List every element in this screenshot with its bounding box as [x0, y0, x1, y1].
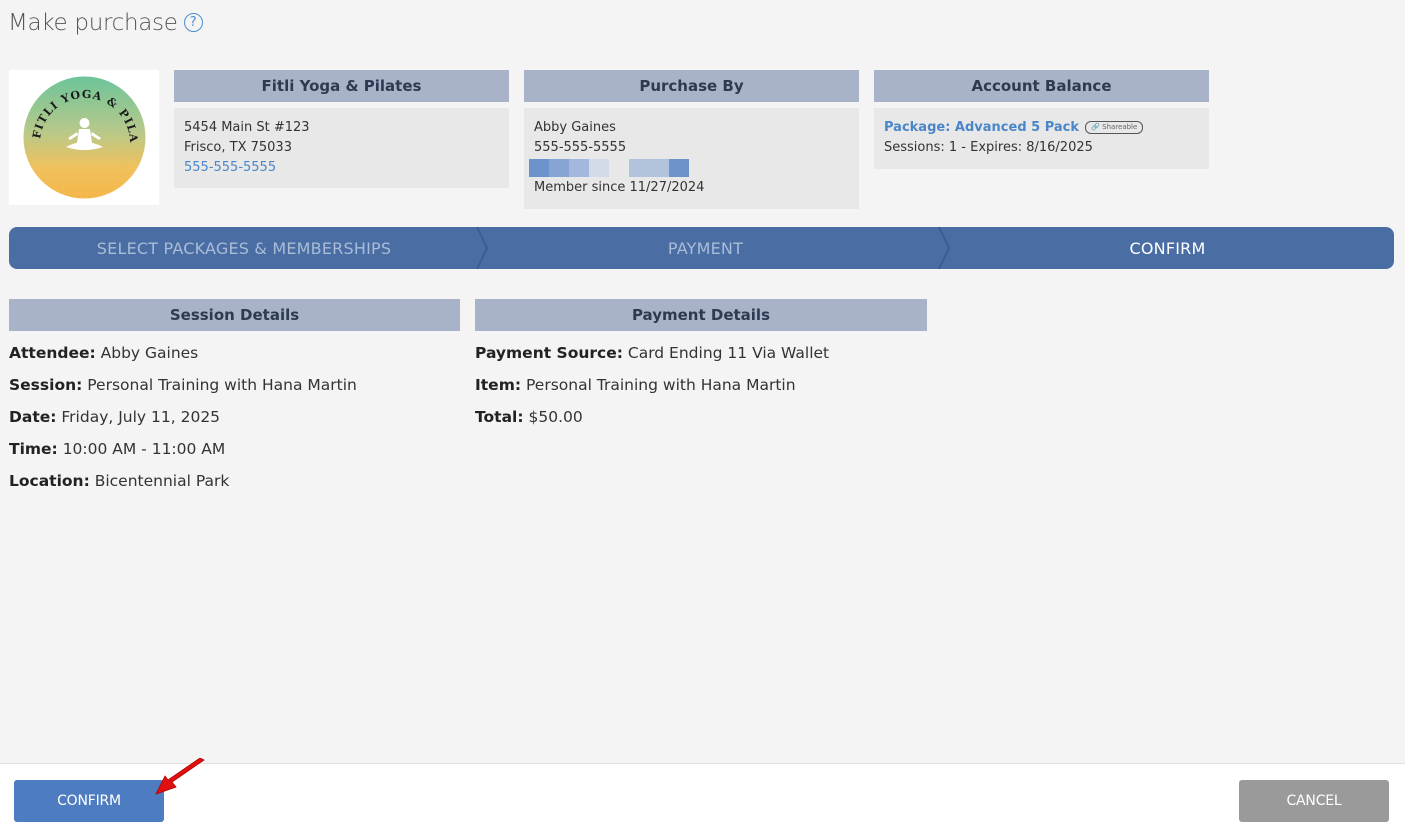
studio-logo: FITLI YOGA & PILATES [9, 70, 159, 205]
step-confirm: CONFIRM [1129, 238, 1206, 258]
payment-details-list: Payment Source: Card Ending 11 Via Walle… [475, 342, 829, 438]
detail-row-attendee: Attendee: Abby Gaines [9, 342, 357, 374]
sessions-expires: Sessions: 1 - Expires: 8/16/2025 [884, 140, 1093, 155]
shareable-badge: 🔗 Shareable [1085, 121, 1144, 134]
session-details-list: Attendee: Abby Gaines Session: Personal … [9, 342, 357, 502]
detail-label: Session: [9, 376, 83, 394]
studio-card-body: 5454 Main St #123 Frisco, TX 75033 555-5… [174, 108, 509, 188]
detail-value: Friday, July 11, 2025 [61, 408, 221, 426]
detail-label: Item: [475, 376, 522, 394]
detail-value: 10:00 AM - 11:00 AM [62, 440, 226, 458]
help-icon[interactable]: ? [183, 12, 203, 32]
studio-logo-image: FITLI YOGA & PILATES [22, 75, 145, 199]
annotation-arrow-icon [155, 758, 205, 795]
detail-value: Card Ending 11 Via Wallet [627, 344, 830, 362]
page-title: Make purchase ? [8, 10, 203, 36]
purchaser-name: Abby Gaines [534, 120, 616, 135]
confirm-button[interactable]: CONFIRM [14, 780, 164, 822]
shareable-badge-label: Shareable [1102, 123, 1138, 131]
detail-value: $50.00 [528, 408, 583, 426]
account-balance-heading: Account Balance [874, 70, 1209, 102]
detail-row-total: Total: $50.00 [475, 406, 829, 438]
detail-label: Payment Source: [475, 344, 623, 362]
detail-row-location: Location: Bicentennial Park [9, 470, 357, 502]
detail-row-session: Session: Personal Training with Hana Mar… [9, 374, 357, 406]
detail-label: Time: [9, 440, 58, 458]
step-select-packages[interactable]: SELECT PACKAGES & MEMBERSHIPS [9, 227, 479, 269]
payment-details-heading: Payment Details [475, 299, 927, 331]
package-name-link[interactable]: Package: Advanced 5 Pack [884, 120, 1079, 135]
studio-address-line1: 5454 Main St #123 [184, 120, 310, 135]
purchaser-phone: 555-555-5555 [534, 140, 627, 155]
studio-phone-link[interactable]: 555-555-5555 [184, 158, 499, 178]
step-payment[interactable]: PAYMENT [489, 227, 922, 269]
account-balance-card: Account Balance Package: Advanced 5 Pack… [874, 70, 1209, 169]
detail-row-payment-source: Payment Source: Card Ending 11 Via Walle… [475, 342, 829, 374]
purchase-by-body: Abby Gaines 555-555-5555 Member since 11… [524, 108, 859, 209]
detail-label: Attendee: [9, 344, 96, 362]
page-title-text: Make purchase [8, 10, 178, 36]
studio-address-line2: Frisco, TX 75033 [184, 140, 292, 155]
studio-card: Fitli Yoga & Pilates 5454 Main St #123 F… [174, 70, 509, 188]
purchase-by-card: Purchase By Abby Gaines 555-555-5555 Mem… [524, 70, 859, 209]
footer-bar: CONFIRM CANCEL [0, 763, 1405, 833]
purchase-by-heading: Purchase By [524, 70, 859, 102]
detail-label: Location: [9, 472, 90, 490]
account-balance-body: Package: Advanced 5 Pack 🔗 Shareable Ses… [874, 108, 1209, 169]
detail-row-item: Item: Personal Training with Hana Martin [475, 374, 829, 406]
session-details-heading: Session Details [9, 299, 460, 331]
link-icon: 🔗 [1091, 123, 1100, 131]
detail-value: Personal Training with Hana Martin [87, 376, 357, 394]
detail-value: Bicentennial Park [94, 472, 230, 490]
detail-row-date: Date: Friday, July 11, 2025 [9, 406, 357, 438]
checkout-stepper: SELECT PACKAGES & MEMBERSHIPS PAYMENT CO… [9, 227, 1394, 269]
detail-value: Personal Training with Hana Martin [525, 376, 796, 394]
member-status-bar [529, 159, 849, 177]
studio-name: Fitli Yoga & Pilates [174, 70, 509, 102]
cancel-button[interactable]: CANCEL [1239, 780, 1389, 822]
member-since: Member since 11/27/2024 [534, 180, 705, 195]
detail-value: Abby Gaines [100, 344, 199, 362]
detail-label: Date: [9, 408, 57, 426]
detail-label: Total: [475, 408, 524, 426]
detail-row-time: Time: 10:00 AM - 11:00 AM [9, 438, 357, 470]
